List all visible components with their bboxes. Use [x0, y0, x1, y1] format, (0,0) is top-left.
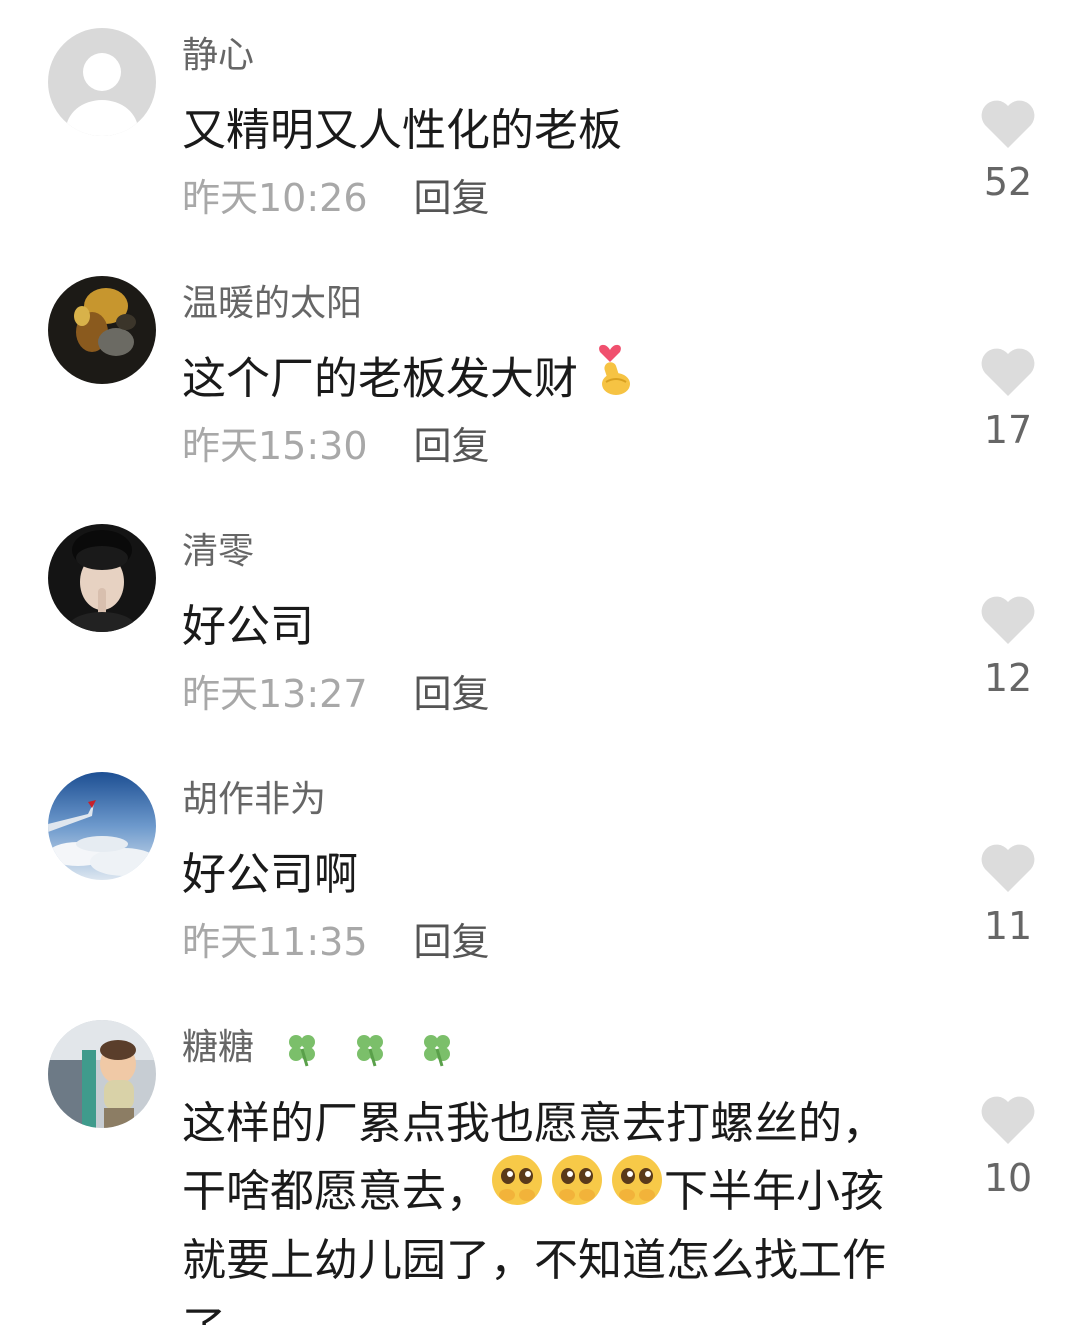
- like-count: 17: [983, 408, 1033, 452]
- like-count: 11: [983, 904, 1033, 948]
- heart-icon: [981, 348, 1035, 396]
- timestamp: 昨天13:27: [182, 672, 368, 716]
- like-button[interactable]: 11: [976, 842, 1040, 948]
- user-photo: [48, 524, 156, 632]
- comment-meta: 昨天13:27 回复: [182, 672, 490, 716]
- user-photo: [48, 276, 156, 384]
- reply-button[interactable]: 回复: [414, 920, 490, 964]
- comment-text: 这样的厂累点我也愿意去打螺丝的，干啥都愿意去， 下半年小孩就要上幼儿园了，不知道…: [182, 1090, 912, 1325]
- user-photo: [48, 772, 156, 880]
- timestamp: 昨天10:26: [182, 176, 368, 220]
- like-count: 52: [983, 160, 1033, 204]
- username-text[interactable]: 糖糖: [182, 1027, 254, 1068]
- username[interactable]: 清零: [182, 530, 254, 574]
- like-count: 12: [983, 656, 1033, 700]
- default-avatar-icon: [48, 28, 156, 136]
- finger-heart-emoji-icon: [592, 338, 638, 417]
- heart-icon: [981, 1096, 1035, 1144]
- comment-text-content: 这个厂的老板发大财: [182, 353, 578, 405]
- like-button[interactable]: 17: [976, 346, 1040, 452]
- like-button[interactable]: 10: [976, 1094, 1040, 1200]
- like-button[interactable]: 12: [976, 594, 1040, 700]
- like-count: 10: [983, 1156, 1033, 1200]
- reply-button[interactable]: 回复: [414, 424, 490, 468]
- avatar[interactable]: [48, 1020, 156, 1128]
- avatar[interactable]: [48, 28, 156, 136]
- heart-icon: [981, 844, 1035, 892]
- comment-meta: 昨天11:35 回复: [182, 920, 490, 964]
- heart-icon: [981, 100, 1035, 148]
- username[interactable]: 静心: [182, 34, 254, 78]
- heart-icon: [981, 596, 1035, 644]
- avatar[interactable]: [48, 772, 156, 880]
- pleading-face-emoji-icon: [490, 1153, 664, 1227]
- like-button[interactable]: 52: [976, 98, 1040, 204]
- username[interactable]: 温暖的太阳: [182, 282, 362, 326]
- comment-text: 又精明又人性化的老板: [182, 105, 622, 156]
- four-leaf-clover-emoji-icon: [265, 1027, 456, 1068]
- comment-meta: 昨天15:30 回复: [182, 424, 490, 468]
- username: 糖糖: [182, 1026, 456, 1070]
- timestamp: 昨天11:35: [182, 920, 368, 964]
- avatar[interactable]: [48, 276, 156, 384]
- comment-text: 好公司啊: [182, 849, 358, 900]
- comment-text: 好公司: [182, 601, 314, 652]
- comment-list: 静心 又精明又人性化的老板 昨天10:26 回复 52 温暖的太阳 这个厂的老板…: [0, 0, 1080, 1325]
- timestamp: 昨天15:30: [182, 424, 368, 468]
- user-photo: [48, 1020, 156, 1128]
- comment-meta: 昨天10:26 回复: [182, 176, 490, 220]
- comment-text: 这个厂的老板发大财: [182, 344, 912, 417]
- reply-button[interactable]: 回复: [414, 672, 490, 716]
- username[interactable]: 胡作非为: [182, 778, 326, 822]
- reply-button[interactable]: 回复: [414, 176, 490, 220]
- avatar[interactable]: [48, 524, 156, 632]
